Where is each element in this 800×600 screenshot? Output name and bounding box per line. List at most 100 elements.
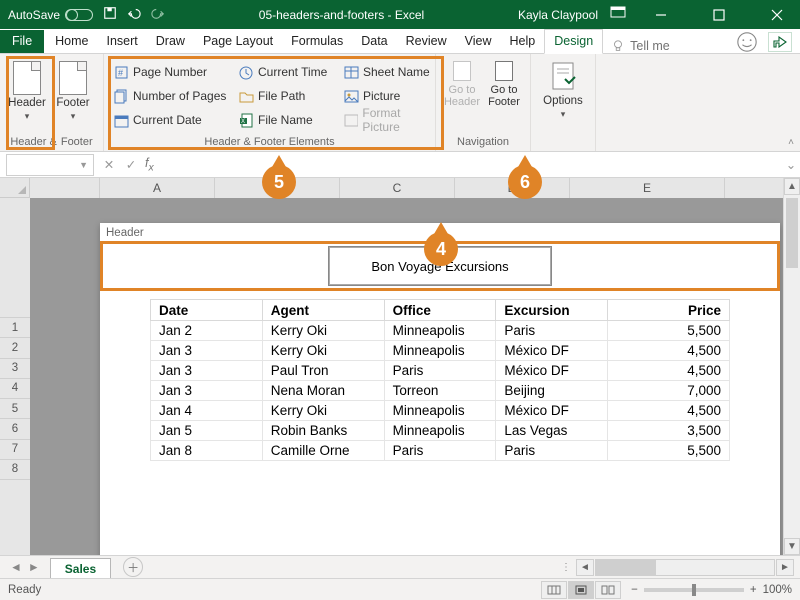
col-price[interactable]: Price xyxy=(608,300,730,321)
autosave-switch-icon[interactable] xyxy=(65,9,93,21)
collapse-ribbon-icon[interactable]: ˄ xyxy=(788,137,794,148)
scroll-track[interactable] xyxy=(595,559,775,576)
zoom-in-icon[interactable]: + xyxy=(750,584,757,596)
tab-view[interactable]: View xyxy=(456,30,501,53)
number-of-pages-button[interactable]: Number of Pages xyxy=(111,84,236,108)
scroll-down-icon[interactable]: ▼ xyxy=(784,538,800,555)
row-header[interactable]: 1 xyxy=(0,318,30,338)
table-row[interactable]: Jan 3Nena MoranTorreonBeijing7,000 xyxy=(151,381,730,401)
scroll-thumb[interactable] xyxy=(596,560,656,575)
grid-icon xyxy=(547,585,561,595)
tab-help[interactable]: Help xyxy=(501,30,545,53)
picture-icon xyxy=(344,89,359,104)
row-header[interactable]: 4 xyxy=(0,379,30,399)
scroll-up-icon[interactable]: ▲ xyxy=(784,178,800,195)
row-header[interactable]: 2 xyxy=(0,338,30,358)
col-agent[interactable]: Agent xyxy=(262,300,384,321)
row-header[interactable]: 7 xyxy=(0,440,30,460)
file-path-button[interactable]: File Path xyxy=(236,84,341,108)
view-page-layout-button[interactable] xyxy=(568,581,594,599)
close-button[interactable] xyxy=(754,0,800,29)
zoom-slider[interactable] xyxy=(644,588,744,592)
zoom-controls[interactable]: − + 100% xyxy=(631,584,792,596)
row-header[interactable]: 3 xyxy=(0,359,30,379)
col-header[interactable]: C xyxy=(340,178,455,198)
maximize-button[interactable] xyxy=(696,0,742,29)
undo-icon[interactable] xyxy=(127,6,141,23)
table-row[interactable]: Jan 8Camille OrneParisParis5,500 xyxy=(151,441,730,461)
picture-button[interactable]: Picture xyxy=(341,84,441,108)
next-sheet-icon[interactable]: ► xyxy=(28,560,40,574)
table-row[interactable]: Jan 4Kerry OkiMinneapolisMéxico DF4,500 xyxy=(151,401,730,421)
vertical-scrollbar[interactable]: ▲ ▼ xyxy=(783,178,800,555)
save-icon[interactable] xyxy=(103,6,117,23)
col-header[interactable]: E xyxy=(570,178,725,198)
tab-data[interactable]: Data xyxy=(352,30,396,53)
group-header-footer-elements: #Page Number Current Time Sheet Name Num… xyxy=(104,54,436,151)
redo-icon[interactable] xyxy=(151,6,165,23)
header-left-section[interactable] xyxy=(105,246,328,286)
select-all-triangle[interactable] xyxy=(0,178,30,198)
data-table[interactable]: Date Agent Office Excursion Price Jan 2K… xyxy=(150,299,730,461)
worksheet-area[interactable]: A B C D E 1 2 3 4 5 6 7 8 xyxy=(0,178,800,555)
scroll-thumb[interactable] xyxy=(786,198,798,268)
view-normal-button[interactable] xyxy=(541,581,567,599)
tab-design[interactable]: Design xyxy=(544,29,603,54)
horizontal-scrollbar[interactable]: ⋮ ◄ ► xyxy=(561,559,800,576)
scroll-right-icon[interactable]: ► xyxy=(776,559,794,576)
table-row[interactable]: Jan 3Kerry OkiMinneapolisMéxico DF4,500 xyxy=(151,341,730,361)
column-headers[interactable]: A B C D E xyxy=(30,178,800,198)
formula-bar: ▼ ✕ ✓ fx ⌄ xyxy=(0,152,800,178)
tab-file[interactable]: File xyxy=(0,30,44,53)
col-excursion[interactable]: Excursion xyxy=(496,300,608,321)
tab-scroll-grip-icon[interactable]: ⋮ xyxy=(561,562,571,573)
zoom-percent[interactable]: 100% xyxy=(763,584,792,596)
header-right-section[interactable] xyxy=(552,246,775,286)
chevron-down-icon: ▼ xyxy=(79,160,88,170)
col-office[interactable]: Office xyxy=(384,300,496,321)
col-header[interactable]: A xyxy=(100,178,215,198)
options-button[interactable]: Options ▾ xyxy=(535,57,591,134)
sheet-name-button[interactable]: Sheet Name xyxy=(341,60,441,84)
row-header[interactable]: 6 xyxy=(0,419,30,439)
table-row[interactable]: Jan 3Paul TronParisMéxico DF4,500 xyxy=(151,361,730,381)
table-row[interactable]: Jan 2Kerry OkiMinneapolisParis5,500 xyxy=(151,321,730,341)
file-name-button[interactable]: XFile Name xyxy=(236,108,341,132)
sheet-tab-sales[interactable]: Sales xyxy=(50,558,111,579)
tab-home[interactable]: Home xyxy=(46,30,97,53)
current-time-button[interactable]: Current Time xyxy=(236,60,341,84)
status-ready: Ready xyxy=(8,584,41,596)
calendar-icon xyxy=(114,113,129,128)
tab-insert[interactable]: Insert xyxy=(98,30,147,53)
current-date-button[interactable]: Current Date xyxy=(111,108,236,132)
share-button[interactable] xyxy=(768,32,792,52)
col-date[interactable]: Date xyxy=(151,300,263,321)
page-icon xyxy=(13,61,41,95)
tab-draw[interactable]: Draw xyxy=(147,30,194,53)
scroll-left-icon[interactable]: ◄ xyxy=(576,559,594,576)
tab-formulas[interactable]: Formulas xyxy=(282,30,352,53)
row-headers[interactable]: 1 2 3 4 5 6 7 8 xyxy=(0,198,30,555)
prev-sheet-icon[interactable]: ◄ xyxy=(10,560,22,574)
table-row[interactable]: Jan 5Robin BanksMinneapolisLas Vegas3,50… xyxy=(151,421,730,441)
tell-me-search[interactable]: Tell me xyxy=(611,39,670,53)
tab-page-layout[interactable]: Page Layout xyxy=(194,30,282,53)
autosave-toggle[interactable]: AutoSave xyxy=(0,8,93,22)
name-box[interactable]: ▼ xyxy=(6,154,94,176)
ribbon-display-icon[interactable] xyxy=(610,6,626,23)
zoom-out-icon[interactable]: − xyxy=(631,584,638,596)
footer-button[interactable]: Footer ▾ xyxy=(50,57,96,134)
page-number-button[interactable]: #Page Number xyxy=(111,60,236,84)
tab-review[interactable]: Review xyxy=(397,30,456,53)
header-button[interactable]: Header ▾ xyxy=(4,57,50,134)
new-sheet-button[interactable]: ＋ xyxy=(123,557,143,577)
row-header[interactable]: 5 xyxy=(0,399,30,419)
emoji-feedback-icon[interactable] xyxy=(736,31,758,53)
expand-formula-bar-icon[interactable]: ⌄ xyxy=(782,157,800,172)
goto-footer-button[interactable]: Go to Footer xyxy=(483,61,525,134)
minimize-button[interactable] xyxy=(638,0,684,29)
view-page-break-button[interactable] xyxy=(595,581,621,599)
row-header[interactable]: 8 xyxy=(0,460,30,480)
fx-label[interactable]: fx xyxy=(142,156,154,174)
ribbon-tabs: File Home Insert Draw Page Layout Formul… xyxy=(0,29,800,54)
